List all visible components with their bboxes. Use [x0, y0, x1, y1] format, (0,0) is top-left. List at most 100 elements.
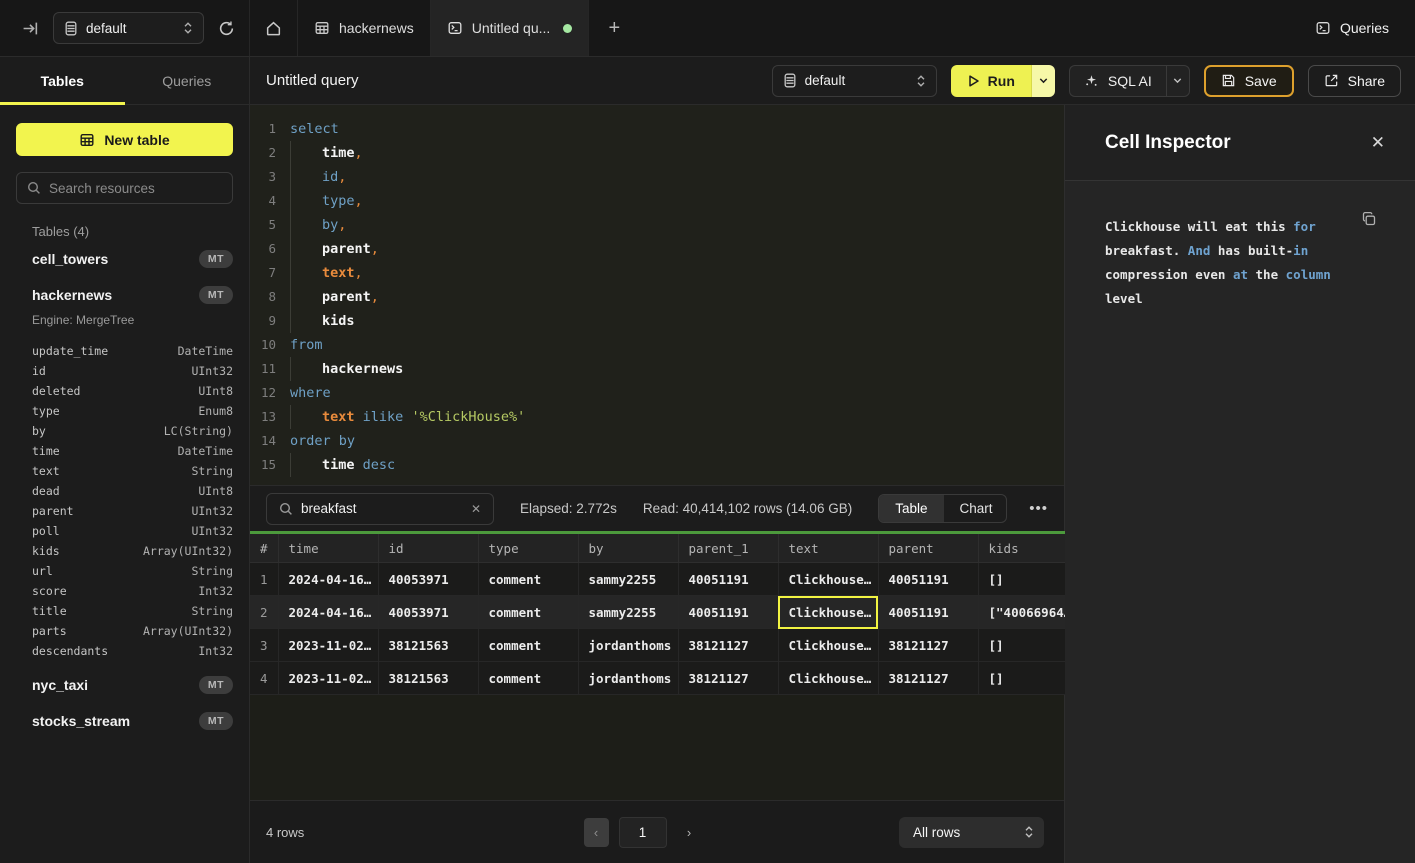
code-line[interactable]: 7text,	[250, 261, 1064, 285]
sidebar-tab-queries[interactable]: Queries	[125, 57, 250, 104]
table-cell[interactable]: 38121563	[378, 629, 478, 662]
table-cell[interactable]: []	[978, 662, 1065, 695]
clear-search-button[interactable]: ✕	[471, 502, 481, 516]
new-tab-button[interactable]: +	[589, 0, 639, 56]
topbar-database-selector[interactable]: default	[53, 12, 204, 44]
resource-search[interactable]	[16, 172, 233, 204]
next-page-button[interactable]: ›	[677, 818, 702, 847]
table-cell[interactable]: []	[978, 563, 1065, 596]
tab-home[interactable]	[250, 0, 298, 56]
table-cell[interactable]: 40051191	[878, 563, 978, 596]
code-line[interactable]: 5by,	[250, 213, 1064, 237]
column-header[interactable]: #	[250, 533, 278, 563]
run-button[interactable]: Run	[951, 65, 1031, 97]
code-line[interactable]: 3id,	[250, 165, 1064, 189]
previous-page-button[interactable]: ‹	[584, 818, 609, 847]
table-cell[interactable]: Clickhouse…	[778, 596, 878, 629]
table-cell[interactable]: Clickhouse…	[778, 563, 878, 596]
table-cell[interactable]: comment	[478, 662, 578, 695]
table-cell[interactable]: []	[978, 629, 1065, 662]
database-icon	[64, 21, 78, 36]
code-line[interactable]: 2time,	[250, 141, 1064, 165]
code-line[interactable]: 14order by	[250, 429, 1064, 453]
code-line[interactable]: 15time desc	[250, 453, 1064, 477]
code-line[interactable]: 1select	[250, 117, 1064, 141]
table-cell[interactable]: 2024-04-16…	[278, 563, 378, 596]
table-cell[interactable]: 38121127	[678, 629, 778, 662]
view-toggle-table[interactable]: Table	[879, 495, 943, 522]
page-size-selector[interactable]: All rows	[899, 817, 1044, 848]
copy-cell-button[interactable]	[1361, 211, 1377, 227]
table-cell[interactable]: sammy2255	[578, 596, 678, 629]
table-cell[interactable]: 38121127	[678, 662, 778, 695]
table-cell[interactable]: ["40066964…	[978, 596, 1065, 629]
table-cell[interactable]: Clickhouse…	[778, 629, 878, 662]
code-line[interactable]: 12where	[250, 381, 1064, 405]
table-cell[interactable]: comment	[478, 596, 578, 629]
table-cell[interactable]: comment	[478, 629, 578, 662]
code-line[interactable]: 11hackernews	[250, 357, 1064, 381]
run-options-button[interactable]	[1031, 65, 1055, 97]
page-number-input[interactable]	[619, 817, 667, 848]
column-header[interactable]: parent_1	[678, 533, 778, 563]
code-line[interactable]: 6parent,	[250, 237, 1064, 261]
table-cell[interactable]: sammy2255	[578, 563, 678, 596]
results-more-button[interactable]: •••	[1029, 500, 1048, 517]
view-toggle-chart[interactable]: Chart	[944, 495, 1008, 522]
table-cell[interactable]: jordanthoms	[578, 629, 678, 662]
sidebar-tab-tables[interactable]: Tables	[0, 57, 125, 104]
refresh-button[interactable]	[218, 20, 235, 37]
table-cell[interactable]: 2024-04-16…	[278, 596, 378, 629]
tab-hackernews[interactable]: hackernews	[298, 0, 431, 56]
code-line[interactable]: 4type,	[250, 189, 1064, 213]
new-table-icon	[79, 132, 95, 148]
column-header[interactable]: by	[578, 533, 678, 563]
table-cell[interactable]: 40051191	[678, 596, 778, 629]
column-header[interactable]: kids	[978, 533, 1065, 563]
table-cell[interactable]: jordanthoms	[578, 662, 678, 695]
table-cell[interactable]: 40051191	[878, 596, 978, 629]
table-cell[interactable]: Clickhouse…	[778, 662, 878, 695]
save-button[interactable]: Save	[1204, 65, 1294, 97]
sidebar-table-hackernews[interactable]: hackernews MT	[16, 277, 233, 313]
code-line[interactable]: 8parent,	[250, 285, 1064, 309]
sidebar-table-nyc-taxi[interactable]: nyc_taxi MT	[16, 667, 233, 703]
code-line[interactable]: 9kids	[250, 309, 1064, 333]
table-cell[interactable]: 40053971	[378, 563, 478, 596]
table-cell[interactable]: 2023-11-02…	[278, 629, 378, 662]
table-cell[interactable]: 38121563	[378, 662, 478, 695]
column-header[interactable]: parent	[878, 533, 978, 563]
table-cell[interactable]: 40053971	[378, 596, 478, 629]
run-button-label: Run	[988, 73, 1015, 89]
code-line[interactable]: 13text ilike '%ClickHouse%'	[250, 405, 1064, 429]
column-header[interactable]: type	[478, 533, 578, 563]
resource-search-input[interactable]	[49, 181, 226, 196]
line-number: 10	[250, 333, 276, 357]
sql-ai-button[interactable]: SQL AI	[1069, 65, 1166, 97]
results-search[interactable]: ✕	[266, 493, 494, 525]
sql-editor[interactable]: 1select2time,3id,4type,5by,6parent,7text…	[250, 105, 1064, 486]
column-header[interactable]: text	[778, 533, 878, 563]
new-table-button[interactable]: New table	[16, 123, 233, 156]
queries-button[interactable]: Queries	[1315, 20, 1389, 36]
share-button[interactable]: Share	[1308, 65, 1401, 97]
cell-text-segment: Clickhouse will eat this	[1105, 219, 1293, 234]
code-line[interactable]: 10from	[250, 333, 1064, 357]
table-cell[interactable]: 2023-11-02…	[278, 662, 378, 695]
table-cell[interactable]: 40051191	[678, 563, 778, 596]
top-bar: default hackernews Untitle	[0, 0, 1415, 57]
sql-ai-options-button[interactable]	[1166, 65, 1190, 97]
results-search-input[interactable]	[301, 501, 463, 516]
column-header[interactable]: time	[278, 533, 378, 563]
close-inspector-button[interactable]: ✕	[1371, 133, 1385, 153]
collapse-sidebar-button[interactable]	[22, 20, 39, 37]
table-cell[interactable]: 38121127	[878, 662, 978, 695]
table-row: 42023-11-02…38121563commentjordanthoms38…	[250, 662, 1065, 695]
tab-untitled-query[interactable]: Untitled qu...	[431, 0, 590, 56]
column-header[interactable]: id	[378, 533, 478, 563]
table-cell[interactable]: 38121127	[878, 629, 978, 662]
table-cell[interactable]: comment	[478, 563, 578, 596]
sidebar-table-cell-towers[interactable]: cell_towers MT	[16, 241, 233, 277]
sidebar-table-stocks-stream[interactable]: stocks_stream MT	[16, 703, 233, 739]
query-database-selector[interactable]: default	[772, 65, 937, 97]
